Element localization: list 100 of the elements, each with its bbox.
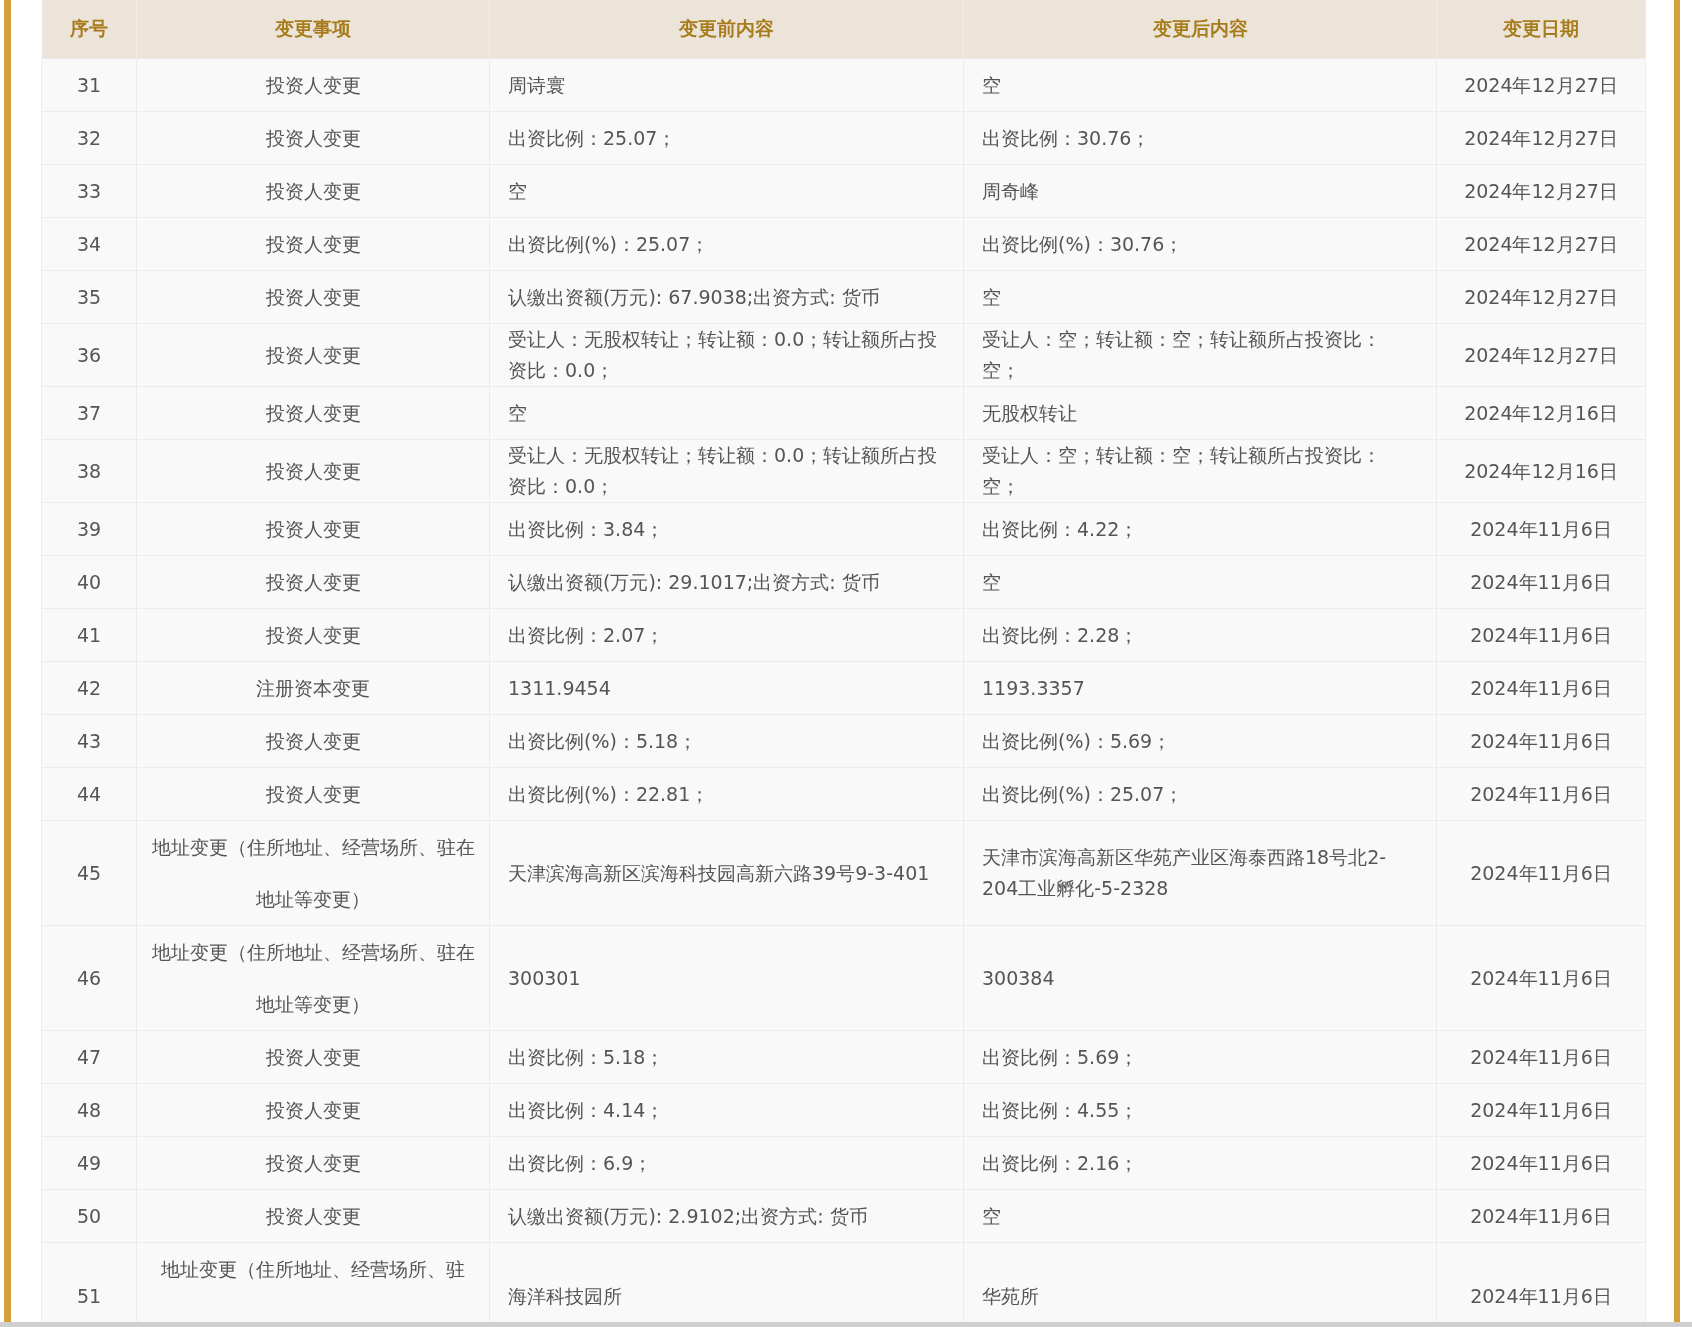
table-cell: 投资人变更 — [136, 1030, 490, 1084]
table-cell: 投资人变更 — [136, 555, 490, 609]
table-cell: 出资比例：30.76； — [963, 111, 1437, 165]
table-cell: 出资比例：6.9； — [489, 1136, 964, 1190]
table-cell: 36 — [41, 323, 137, 387]
table-cell: 投资人变更 — [136, 608, 490, 662]
table-cell: 投资人变更 — [136, 439, 490, 503]
table-cell: 出资比例：5.69； — [963, 1030, 1437, 1084]
table-cell: 出资比例：2.28； — [963, 608, 1437, 662]
table-cell: 2024年11月6日 — [1436, 608, 1646, 662]
table-cell: 出资比例(%)：5.69； — [963, 714, 1437, 768]
table-cell: 35 — [41, 270, 137, 324]
table-cell: 2024年12月16日 — [1436, 386, 1646, 440]
table-cell: 认缴出资额(万元): 29.1017;出资方式: 货币 — [489, 555, 964, 609]
table-cell: 投资人变更 — [136, 323, 490, 387]
table-cell: 42 — [41, 661, 137, 715]
table-cell: 投资人变更 — [136, 1189, 490, 1243]
table-cell: 地址变更（住所地址、经营场所、驻在地址等变更） — [136, 820, 490, 926]
table-cell: 1193.3357 — [963, 661, 1437, 715]
table-cell: 投资人变更 — [136, 1083, 490, 1137]
table-cell: 受让人：空；转让额：空；转让额所占投资比：空； — [963, 323, 1437, 387]
table-cell: 受让人：空；转让额：空；转让额所占投资比：空； — [963, 439, 1437, 503]
table-cell: 51 — [41, 1242, 137, 1322]
table-cell: 地址变更（住所地址、经营场所、驻 — [136, 1242, 490, 1322]
table-cell: 2024年11月6日 — [1436, 555, 1646, 609]
table-cell: 40 — [41, 555, 137, 609]
table-cell: 天津滨海高新区滨海科技园高新六路39号9-3-401 — [489, 820, 964, 926]
column-header: 序号 — [41, 0, 137, 59]
table-cell: 空 — [489, 164, 964, 218]
table-cell: 出资比例(%)：25.07； — [963, 767, 1437, 821]
column-header: 变更日期 — [1436, 0, 1646, 59]
table-cell: 39 — [41, 502, 137, 556]
table-cell: 2024年12月27日 — [1436, 217, 1646, 271]
table-cell: 空 — [963, 1189, 1437, 1243]
table-cell: 出资比例(%)：25.07； — [489, 217, 964, 271]
table-cell: 41 — [41, 608, 137, 662]
table-cell: 50 — [41, 1189, 137, 1243]
table-cell: 出资比例(%)：30.76； — [963, 217, 1437, 271]
table-cell: 2024年11月6日 — [1436, 714, 1646, 768]
table-cell: 2024年12月27日 — [1436, 323, 1646, 387]
table-cell: 1311.9454 — [489, 661, 964, 715]
table-cell: 2024年12月16日 — [1436, 439, 1646, 503]
table-cell: 300384 — [963, 925, 1437, 1031]
table-cell: 投资人变更 — [136, 270, 490, 324]
table-cell: 2024年11月6日 — [1436, 1083, 1646, 1137]
horizontal-scrollbar[interactable] — [0, 1322, 1692, 1327]
table-cell: 2024年11月6日 — [1436, 767, 1646, 821]
table-cell: 出资比例：2.07； — [489, 608, 964, 662]
table-cell: 出资比例(%)：22.81； — [489, 767, 964, 821]
table-cell: 2024年11月6日 — [1436, 1136, 1646, 1190]
table-cell: 出资比例：4.22； — [963, 502, 1437, 556]
table-cell: 投资人变更 — [136, 217, 490, 271]
table-cell: 2024年11月6日 — [1436, 1242, 1646, 1322]
table-cell: 投资人变更 — [136, 714, 490, 768]
table-cell: 2024年11月6日 — [1436, 820, 1646, 926]
table-cell: 34 — [41, 217, 137, 271]
table-cell: 48 — [41, 1083, 137, 1137]
table-cell: 49 — [41, 1136, 137, 1190]
table-cell: 空 — [963, 58, 1437, 112]
table-cell: 2024年11月6日 — [1436, 1189, 1646, 1243]
table-cell: 认缴出资额(万元): 67.9038;出资方式: 货币 — [489, 270, 964, 324]
table-cell: 认缴出资额(万元): 2.9102;出资方式: 货币 — [489, 1189, 964, 1243]
table-cell: 45 — [41, 820, 137, 926]
table-cell: 投资人变更 — [136, 111, 490, 165]
table-cell: 空 — [489, 386, 964, 440]
table-cell: 投资人变更 — [136, 164, 490, 218]
table-cell: 2024年12月27日 — [1436, 111, 1646, 165]
table-cell: 31 — [41, 58, 137, 112]
table-cell: 32 — [41, 111, 137, 165]
table-cell: 空 — [963, 555, 1437, 609]
table-cell: 37 — [41, 386, 137, 440]
table-cell: 2024年11月6日 — [1436, 661, 1646, 715]
table-cell: 2024年11月6日 — [1436, 502, 1646, 556]
table-cell: 受让人：无股权转让；转让额：0.0；转让额所占投资比：0.0； — [489, 323, 964, 387]
table-cell: 空 — [963, 270, 1437, 324]
table-cell: 43 — [41, 714, 137, 768]
table-cell: 2024年12月27日 — [1436, 164, 1646, 218]
table-cell: 投资人变更 — [136, 767, 490, 821]
table-cell: 出资比例(%)：5.18； — [489, 714, 964, 768]
table-cell: 地址变更（住所地址、经营场所、驻在地址等变更） — [136, 925, 490, 1031]
table-cell: 投资人变更 — [136, 502, 490, 556]
table-cell: 47 — [41, 1030, 137, 1084]
table-cell: 出资比例：4.55； — [963, 1083, 1437, 1137]
table-cell: 2024年11月6日 — [1436, 1030, 1646, 1084]
table-cell: 注册资本变更 — [136, 661, 490, 715]
column-header: 变更事项 — [136, 0, 490, 59]
table-cell: 投资人变更 — [136, 58, 490, 112]
table-cell: 出资比例：5.18； — [489, 1030, 964, 1084]
table-cell: 周诗寰 — [489, 58, 964, 112]
table-cell: 投资人变更 — [136, 1136, 490, 1190]
table-cell: 出资比例：2.16； — [963, 1136, 1437, 1190]
table-cell: 46 — [41, 925, 137, 1031]
column-header: 变更后内容 — [963, 0, 1437, 59]
table-cell: 38 — [41, 439, 137, 503]
table-cell: 出资比例：25.07； — [489, 111, 964, 165]
table-cell: 海洋科技园所 — [489, 1242, 964, 1322]
table-cell: 出资比例：4.14； — [489, 1083, 964, 1137]
table-cell: 投资人变更 — [136, 386, 490, 440]
table-cell: 天津市滨海高新区华苑产业区海泰西路18号北2-204工业孵化-5-2328 — [963, 820, 1437, 926]
table-cell: 44 — [41, 767, 137, 821]
